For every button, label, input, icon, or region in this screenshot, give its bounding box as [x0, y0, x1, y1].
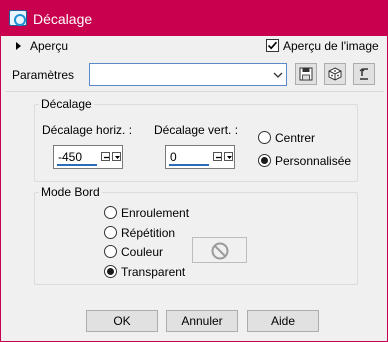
color-swatch[interactable]: [192, 237, 247, 263]
radio-transparent-label[interactable]: Transparent: [121, 265, 185, 279]
help-button[interactable]: Aide: [247, 310, 319, 332]
reset-preset-button[interactable]: [353, 63, 375, 85]
decalage-horiz-label: Décalage horiz. :: [42, 123, 133, 137]
apercu-label[interactable]: Aperçu: [30, 39, 68, 53]
parametres-combo[interactable]: [89, 63, 287, 86]
mode-bord-group-label: Mode Bord: [39, 185, 102, 199]
radio-centrer[interactable]: [258, 131, 271, 144]
reset-icon: [359, 68, 368, 80]
radio-enroulement-label[interactable]: Enroulement: [121, 206, 189, 220]
radio-personnalisee[interactable]: [258, 154, 271, 167]
radio-personnalisee-label[interactable]: Personnalisée: [275, 154, 351, 168]
decrement-button[interactable]: [101, 152, 110, 161]
spinner-underline: [169, 164, 209, 166]
dice-icon: [328, 67, 342, 81]
dialog-window: Décalage Aperçu Aperçu de l'image Paramè…: [0, 0, 388, 342]
decalage-horiz-spinner[interactable]: -450: [53, 145, 123, 169]
radio-repetition[interactable]: [104, 226, 117, 239]
decrement-button[interactable]: [213, 152, 222, 161]
radio-couleur-label[interactable]: Couleur: [121, 245, 163, 259]
decalage-vert-value[interactable]: 0: [170, 150, 177, 164]
spinner-underline: [57, 164, 97, 166]
minus-icon: [104, 156, 109, 159]
radio-repetition-label[interactable]: Répétition: [121, 226, 175, 240]
title-bar[interactable]: Décalage: [1, 1, 387, 36]
decalage-group-label: Décalage: [39, 97, 94, 111]
radio-centrer-label[interactable]: Centrer: [275, 131, 315, 145]
apercu-image-label[interactable]: Aperçu de l'image: [283, 39, 379, 53]
chevron-down-icon[interactable]: [272, 69, 284, 81]
dropdown-button[interactable]: [224, 152, 233, 161]
decalage-vert-spinner[interactable]: 0: [165, 145, 235, 169]
arrow-down-icon: [227, 156, 232, 159]
window-title: Décalage: [33, 11, 93, 27]
radio-transparent[interactable]: [104, 265, 117, 278]
random-preset-button[interactable]: [324, 63, 346, 85]
decalage-vert-label: Décalage vert. :: [154, 123, 239, 137]
save-preset-button[interactable]: [295, 63, 317, 85]
checkmark-icon: [267, 41, 278, 50]
apercu-image-checkbox[interactable]: [266, 39, 279, 52]
expand-arrow-icon[interactable]: [16, 42, 21, 50]
cancel-button[interactable]: Annuler: [166, 310, 238, 332]
parametres-label: Paramètres: [12, 68, 75, 82]
arrow-down-icon: [115, 156, 120, 159]
app-icon: [9, 10, 27, 26]
minus-icon: [216, 156, 221, 159]
decalage-horiz-value[interactable]: -450: [58, 150, 82, 164]
radio-enroulement[interactable]: [104, 206, 117, 219]
ok-button[interactable]: OK: [86, 310, 158, 332]
radio-couleur[interactable]: [104, 245, 117, 258]
save-icon: [299, 67, 313, 81]
no-color-icon: [211, 242, 229, 260]
dropdown-button[interactable]: [112, 152, 121, 161]
